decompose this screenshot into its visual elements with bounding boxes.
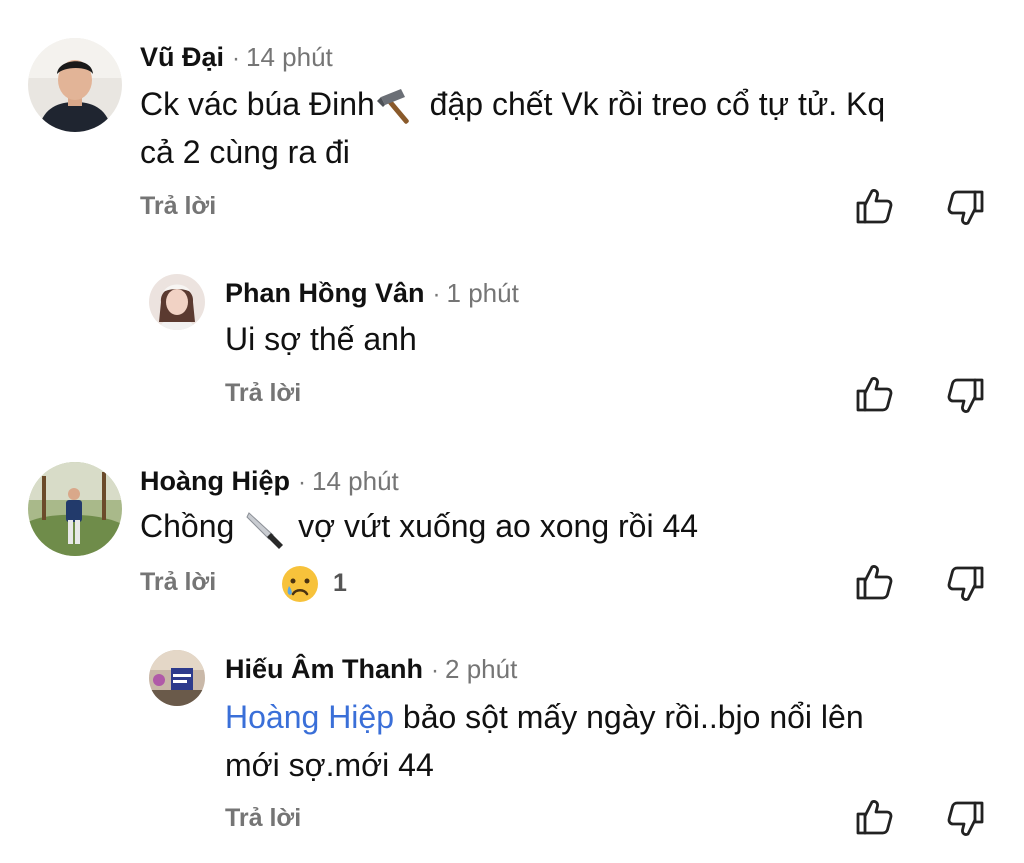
- reply-button[interactable]: Trả lời: [225, 381, 301, 406]
- reply-button[interactable]: Trả lời: [140, 570, 216, 595]
- comment-time: 14 phút: [246, 42, 333, 72]
- comment-text: Ui sợ thế anh: [225, 321, 417, 357]
- thumbs-up-icon[interactable]: [854, 797, 894, 837]
- thumbs-up-icon[interactable]: [854, 186, 894, 226]
- comment-text-part: vợ vứt xuống ao xong rồi 44: [289, 508, 699, 544]
- thumbs-down-icon[interactable]: [946, 376, 986, 416]
- comment-header: Hoàng Hiệp · 14 phút: [140, 468, 399, 495]
- avatar[interactable]: [149, 650, 205, 706]
- separator: ·: [431, 657, 440, 684]
- comment-header: Phan Hồng Vân · 1 phút: [225, 280, 519, 307]
- comment-author[interactable]: Hoàng Hiệp: [140, 466, 290, 496]
- hammer-emoji: [375, 87, 421, 127]
- thumbs-down-icon[interactable]: [946, 799, 986, 839]
- comment-text: Ck vác búa Đinh đập chết Vk rồi treo cổ …: [140, 80, 885, 176]
- knife-emoji: [243, 509, 289, 549]
- mention-link[interactable]: Hoàng Hiệp: [225, 699, 394, 735]
- avatar[interactable]: [149, 274, 205, 330]
- comment: Hoàng Hiệp · 14 phút Chồng vợ vứt xuống ao…: [0, 450, 1024, 620]
- comment-text: Chồng vợ vứt xuống ao xong rồi 44: [140, 502, 698, 550]
- comment-author[interactable]: Hiếu Âm Thanh: [225, 654, 423, 684]
- comment-author[interactable]: Vũ Đại: [140, 42, 224, 72]
- reply-button[interactable]: Trả lời: [140, 194, 216, 219]
- crying-face-emoji: [282, 566, 318, 603]
- separator: ·: [232, 45, 241, 72]
- comment-text-part: Chồng: [140, 508, 244, 544]
- reply-comment: Hiếu Âm Thanh · 2 phút Hoàng Hiệp bảo sột …: [0, 640, 1024, 863]
- comment-text-part: bảo sột mấy ngày rồi..bjo nổi lên: [394, 699, 864, 735]
- separator: ·: [298, 469, 307, 496]
- comment-time: 2 phút: [445, 654, 518, 684]
- thumbs-down-icon[interactable]: [946, 564, 986, 604]
- reaction-summary[interactable]: 1: [280, 563, 347, 604]
- comment-text-line: mới sợ.mới 44: [225, 747, 434, 783]
- reply-button[interactable]: Trả lời: [225, 806, 301, 831]
- thumbs-down-icon[interactable]: [946, 188, 986, 228]
- comment-text: Hoàng Hiệp bảo sột mấy ngày rồi..bjo nổi…: [225, 693, 864, 789]
- comment-text-line: cả 2 cùng ra đi: [140, 134, 350, 170]
- comment-header: Vũ Đại · 14 phút: [140, 44, 333, 71]
- comment-time: 14 phút: [312, 466, 399, 496]
- separator: ·: [432, 281, 441, 308]
- comment-text-part: Ck vác búa Đinh: [140, 86, 375, 122]
- reply-comment: Phan Hồng Vân · 1 phút Ui sợ thế anh Trả l…: [0, 260, 1024, 430]
- avatar[interactable]: [28, 462, 122, 556]
- comment-text-part: đập chết Vk rồi treo cổ tự tử. Kq: [420, 86, 886, 122]
- thumbs-up-icon[interactable]: [854, 374, 894, 414]
- avatar[interactable]: [28, 38, 122, 132]
- thumbs-up-icon[interactable]: [854, 562, 894, 602]
- comment-time: 1 phút: [446, 278, 519, 308]
- comment-header: Hiếu Âm Thanh · 2 phút: [225, 656, 517, 683]
- comment: Vũ Đại · 14 phút Ck vác búa Đinh đập chết …: [0, 0, 1024, 240]
- reaction-count: 1: [332, 569, 347, 597]
- comment-author[interactable]: Phan Hồng Vân: [225, 278, 425, 308]
